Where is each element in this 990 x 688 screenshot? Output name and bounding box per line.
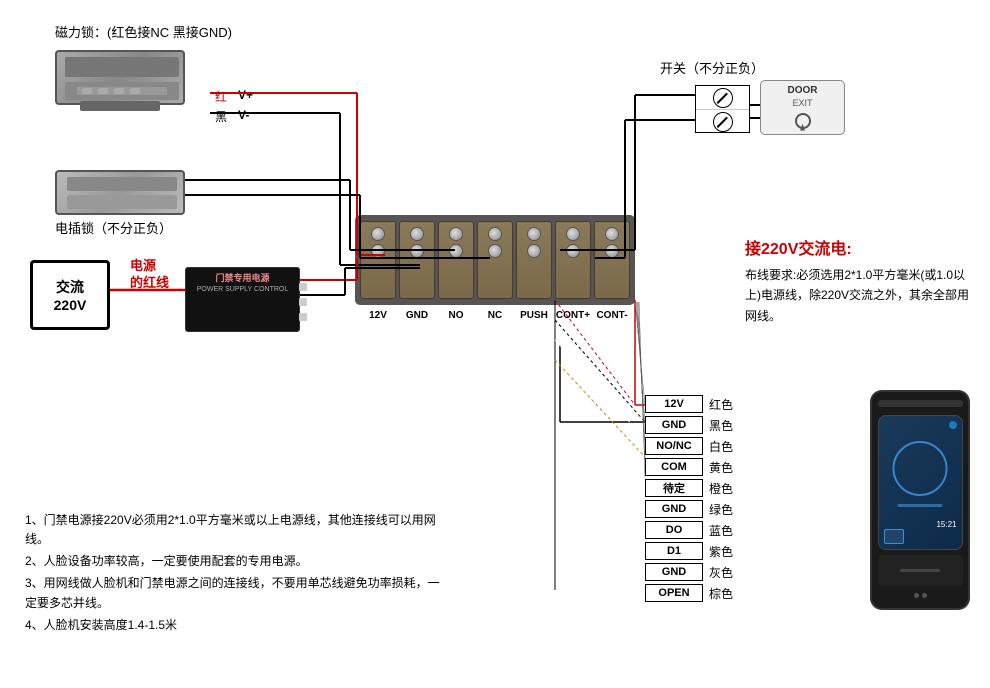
terminal-push: PUSH bbox=[516, 310, 552, 321]
black-label: 黑 bbox=[215, 108, 227, 125]
color-d1: 紫色 bbox=[709, 543, 739, 560]
face-device: 15:21 bbox=[870, 390, 970, 610]
mag-lock-image bbox=[55, 50, 185, 105]
terminal-cont-minus: CONT- bbox=[594, 310, 630, 321]
port-nonc-row: NO/NC 白色 bbox=[645, 437, 739, 455]
ac-box: 交流 220V bbox=[30, 260, 110, 330]
right-port-labels: 12V 红色 GND 黑色 NO/NC 白色 COM 黄色 待定 橙色 GND … bbox=[645, 395, 739, 602]
door-label: DOOR bbox=[788, 85, 818, 96]
color-pending: 橙色 bbox=[709, 480, 739, 497]
port-12v-row: 12V 红色 bbox=[645, 395, 739, 413]
note-2: 2、人脸设备功率较高，一定要使用配套的专用电源。 bbox=[25, 552, 445, 571]
color-do: 蓝色 bbox=[709, 522, 739, 539]
port-open: OPEN bbox=[645, 584, 703, 602]
port-do-row: DO 蓝色 bbox=[645, 521, 739, 539]
color-open: 棕色 bbox=[709, 585, 739, 602]
elec-lock-image bbox=[55, 170, 185, 215]
red-label: 红 bbox=[215, 88, 227, 105]
note-1: 1、门禁电源接220V必须用2*1.0平方毫米或以上电源线，其他连接线可以用网线… bbox=[25, 511, 445, 549]
port-com: COM bbox=[645, 458, 703, 476]
face-device-bottom bbox=[878, 555, 963, 586]
power-red-label2: 的红线 bbox=[130, 272, 169, 291]
door-exit-button: DOOR EXIT bbox=[760, 80, 845, 135]
color-12v: 红色 bbox=[709, 396, 739, 413]
port-gnd3: GND bbox=[645, 563, 703, 581]
terminal-block: 12V GND NO NC PUSH CONT+ CONT- bbox=[355, 215, 635, 345]
port-open-row: OPEN 棕色 bbox=[645, 584, 739, 602]
ac-voltage: 220V bbox=[54, 297, 87, 313]
port-pending: 待定 bbox=[645, 479, 703, 497]
face-time: 15:21 bbox=[936, 520, 956, 529]
port-nonc: NO/NC bbox=[645, 437, 703, 455]
color-gnd3: 灰色 bbox=[709, 564, 739, 581]
terminal-cont-plus: CONT+ bbox=[555, 310, 591, 321]
mag-lock-title: 磁力锁：(红色接NC 黑接GND) bbox=[55, 22, 232, 41]
switch-symbol bbox=[695, 85, 750, 133]
color-nonc: 白色 bbox=[709, 438, 739, 455]
v220-instructions: 接220V交流电: 布线要求:必须选用2*1.0平方毫米(或1.0以上)电源线，… bbox=[745, 235, 975, 326]
note-4: 4、人脸机安装高度1.4-1.5米 bbox=[25, 616, 445, 635]
note-3: 3、用网线做人脸机和门禁电源之间的连接线，不要用单芯线避免功率损耗，一定要多芯并… bbox=[25, 574, 445, 612]
port-gnd2: GND bbox=[645, 500, 703, 518]
port-gnd3-row: GND 灰色 bbox=[645, 563, 739, 581]
color-com: 黄色 bbox=[709, 459, 739, 476]
port-gnd1-row: GND 黑色 bbox=[645, 416, 739, 434]
port-12v: 12V bbox=[645, 395, 703, 413]
face-screen: 15:21 bbox=[878, 415, 963, 550]
elec-lock-title: 电插锁（不分正负） bbox=[55, 218, 172, 237]
terminal-12v: 12V bbox=[360, 310, 396, 321]
port-com-row: COM 黄色 bbox=[645, 458, 739, 476]
v220-text: 布线要求:必须选用2*1.0平方毫米(或1.0以上)电源线，除220V交流之外，… bbox=[745, 265, 975, 326]
port-do: DO bbox=[645, 521, 703, 539]
ac-label: 交流 bbox=[56, 277, 84, 297]
switch-title: 开关（不分正负） bbox=[660, 58, 764, 77]
color-gnd1: 黑色 bbox=[709, 417, 739, 434]
port-gnd1: GND bbox=[645, 416, 703, 434]
port-gnd2-row: GND 绿色 bbox=[645, 500, 739, 518]
terminal-nc: NC bbox=[477, 310, 513, 321]
v220-title: 接220V交流电: bbox=[745, 235, 975, 259]
vminus-label: V- bbox=[238, 108, 249, 122]
terminal-no: NO bbox=[438, 310, 474, 321]
port-d1: D1 bbox=[645, 542, 703, 560]
power-supply-name: 门禁专用电源 bbox=[189, 271, 296, 284]
color-gnd2: 绿色 bbox=[709, 501, 739, 518]
wiring-diagram: 磁力锁：(红色接NC 黑接GND) V+ V- 红 黑 电插锁（不分正负） 交流… bbox=[0, 0, 990, 688]
vplus-label: V+ bbox=[238, 88, 253, 102]
notes-section: 1、门禁电源接220V必须用2*1.0平方毫米或以上电源线，其他连接线可以用网线… bbox=[25, 511, 445, 638]
power-supply-en: POWER SUPPLY CONTROL bbox=[189, 286, 296, 293]
port-d1-row: D1 紫色 bbox=[645, 542, 739, 560]
exit-label: EXIT bbox=[792, 98, 812, 108]
port-pending-row: 待定 橙色 bbox=[645, 479, 739, 497]
power-supply-box: 门禁专用电源 POWER SUPPLY CONTROL bbox=[185, 267, 300, 332]
terminal-gnd: GND bbox=[399, 310, 435, 321]
